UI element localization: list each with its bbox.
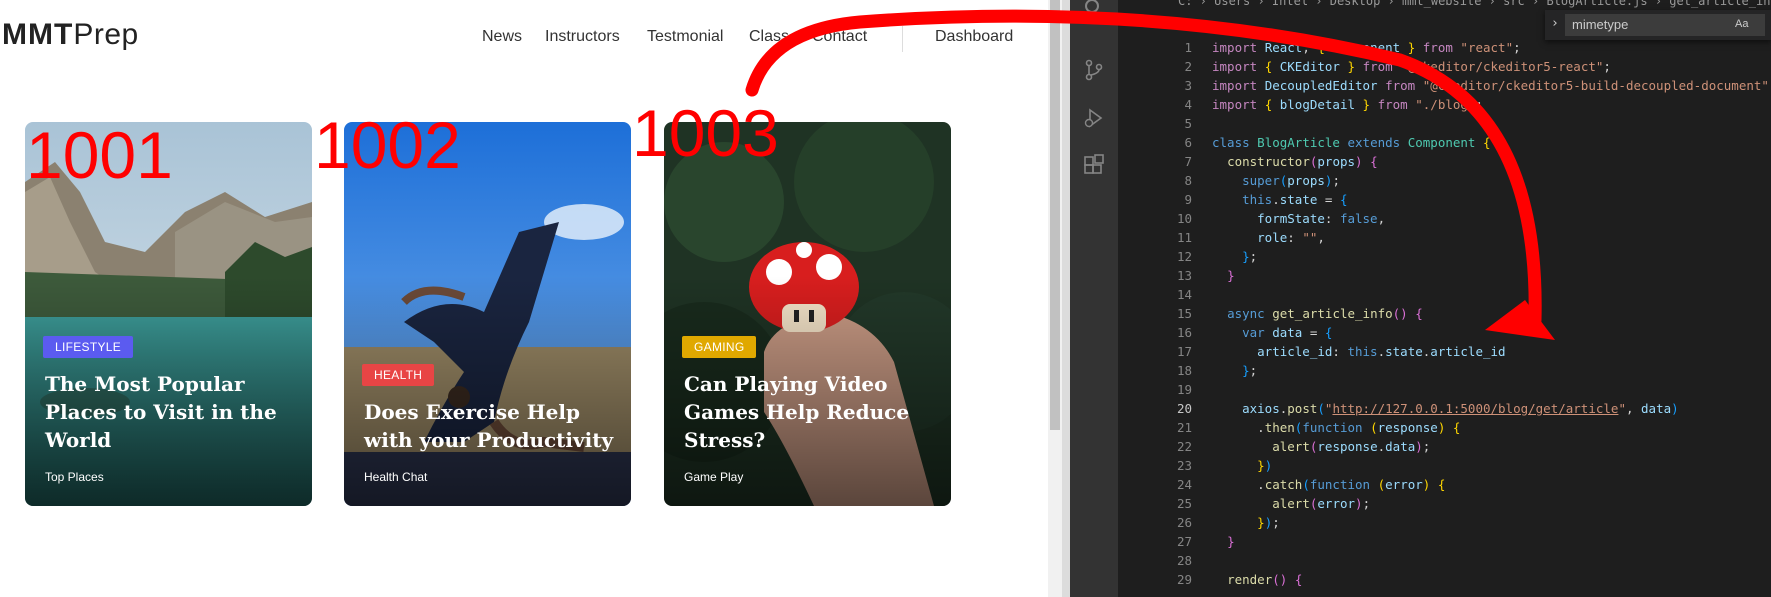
run-debug-icon[interactable]: [1082, 106, 1106, 130]
card-subtitle: Top Places: [45, 470, 104, 484]
code-line[interactable]: };: [1212, 361, 1771, 380]
top-nav: News Instructors Testmonial Class Contac…: [0, 26, 1048, 52]
code-line[interactable]: import React, { Component } from "react"…: [1212, 38, 1771, 57]
card-title[interactable]: Does Exercise Help with your Productivit…: [364, 398, 614, 454]
code-line[interactable]: alert(response.data);: [1212, 437, 1771, 456]
nav-dashboard[interactable]: Dashboard: [935, 28, 1013, 46]
line-number: 17: [1176, 344, 1192, 359]
code-line[interactable]: role: "",: [1212, 228, 1771, 247]
website-panel: MMTPrep News Instructors Testmonial Clas…: [0, 0, 1048, 597]
nav-news[interactable]: News: [482, 28, 522, 46]
scrollbar-thumb[interactable]: [1050, 0, 1060, 430]
article-card-gaming[interactable]: GAMING Can Playing Video Games Help Redu…: [664, 122, 951, 506]
line-number: 23: [1176, 458, 1192, 473]
category-badge[interactable]: LIFESTYLE: [43, 336, 134, 358]
card-title[interactable]: Can Playing Video Games Help Reduce Stre…: [684, 370, 934, 454]
line-number: 11: [1176, 230, 1192, 245]
line-number: 22: [1176, 439, 1192, 454]
website-scrollbar[interactable]: [1048, 0, 1062, 597]
card-title[interactable]: The Most Popular Places to Visit in the …: [45, 370, 295, 454]
code-line[interactable]: }: [1212, 532, 1771, 551]
code-line[interactable]: alert(error);: [1212, 494, 1771, 513]
line-number: 16: [1176, 325, 1192, 340]
line-number: 27: [1176, 534, 1192, 549]
code-line[interactable]: });: [1212, 513, 1771, 532]
code-editor-panel: C: › Users › Intel › Desktop › mmt_websi…: [1070, 0, 1771, 597]
line-number: 5: [1184, 116, 1192, 131]
find-widget: › mimetype Aa: [1545, 10, 1771, 40]
code-line[interactable]: article_id: this.state.article_id: [1212, 342, 1771, 361]
chevron-right-icon[interactable]: ›: [1551, 16, 1559, 31]
code-line[interactable]: import { CKEditor } from "@ckeditor/cked…: [1212, 57, 1771, 76]
code-line[interactable]: constructor(props) {: [1212, 152, 1771, 171]
line-number: 21: [1176, 420, 1192, 435]
code-line[interactable]: import { blogDetail } from "./blog";: [1212, 95, 1771, 114]
card-subtitle: Health Chat: [364, 470, 428, 484]
code-line[interactable]: import DecoupledEditor from "@ckeditor/c…: [1212, 76, 1771, 95]
code-line[interactable]: async get_article_info() {: [1212, 304, 1771, 323]
code-line[interactable]: [1212, 551, 1771, 570]
annotation-number-1003: 1003: [632, 96, 779, 170]
line-number: 20: [1176, 401, 1192, 416]
line-number: 15: [1176, 306, 1192, 321]
line-number: 19: [1176, 382, 1192, 397]
line-number: 9: [1184, 192, 1192, 207]
line-number: 6: [1184, 135, 1192, 150]
breadcrumb[interactable]: C: › Users › Intel › Desktop › mmt_websi…: [1118, 0, 1771, 10]
nav-divider: [902, 26, 903, 52]
code-line[interactable]: axios.post("http://127.0.0.1:5000/blog/g…: [1212, 399, 1771, 418]
line-number: 12: [1176, 249, 1192, 264]
line-number: 7: [1184, 154, 1192, 169]
extensions-icon[interactable]: [1082, 154, 1106, 178]
line-number: 24: [1176, 477, 1192, 492]
category-badge[interactable]: GAMING: [682, 336, 757, 358]
code-line[interactable]: render() {: [1212, 570, 1771, 589]
code-line[interactable]: class BlogArticle extends Component {: [1212, 133, 1771, 152]
search-icon[interactable]: [1082, 0, 1106, 24]
code-line[interactable]: formState: false,: [1212, 209, 1771, 228]
line-number: 18: [1176, 363, 1192, 378]
code-line[interactable]: };: [1212, 247, 1771, 266]
line-number: 28: [1176, 553, 1192, 568]
code-line[interactable]: super(props);: [1212, 171, 1771, 190]
annotation-number-1001: 1001: [26, 118, 173, 192]
line-number: 25: [1176, 496, 1192, 511]
code-line[interactable]: }): [1212, 456, 1771, 475]
code-line[interactable]: [1212, 380, 1771, 399]
nav-instructors[interactable]: Instructors: [545, 28, 620, 46]
line-number-gutter: 1 2 3 4 5 6 7 8 9 10 11 12 13 14 15 16 17 18 19 20 21 22 23 24 2…: [1118, 38, 1212, 589]
annotation-number-1002: 1002: [314, 108, 461, 182]
code-line[interactable]: .then(function (response) {: [1212, 418, 1771, 437]
window-divider: [1062, 0, 1070, 597]
line-number: 8: [1184, 173, 1192, 188]
line-number: 14: [1176, 287, 1192, 302]
category-badge[interactable]: HEALTH: [362, 364, 435, 386]
code-line[interactable]: .catch(function (error) {: [1212, 475, 1771, 494]
line-number: 13: [1176, 268, 1192, 283]
line-number: 10: [1176, 211, 1192, 226]
line-number: 26: [1176, 515, 1192, 530]
code-area[interactable]: import React, { Component } from "react"…: [1212, 38, 1771, 589]
line-number: 4: [1184, 97, 1192, 112]
source-control-icon[interactable]: [1082, 58, 1106, 82]
nav-class[interactable]: Class: [749, 28, 789, 46]
code-line[interactable]: }: [1212, 266, 1771, 285]
activity-bar: [1070, 0, 1118, 597]
nav-testimonial[interactable]: Testmonial: [647, 28, 723, 46]
card-subtitle: Game Play: [684, 470, 744, 484]
line-number: 2: [1184, 59, 1192, 74]
code-line[interactable]: this.state = {: [1212, 190, 1771, 209]
code-line[interactable]: var data = {: [1212, 323, 1771, 342]
nav-contact[interactable]: Contact: [812, 28, 867, 46]
code-line[interactable]: [1212, 114, 1771, 133]
line-number: 3: [1184, 78, 1192, 93]
code-line[interactable]: [1212, 285, 1771, 304]
line-number: 29: [1176, 572, 1192, 587]
line-number: 1: [1184, 40, 1192, 55]
match-case-toggle[interactable]: Aa: [1735, 18, 1748, 30]
